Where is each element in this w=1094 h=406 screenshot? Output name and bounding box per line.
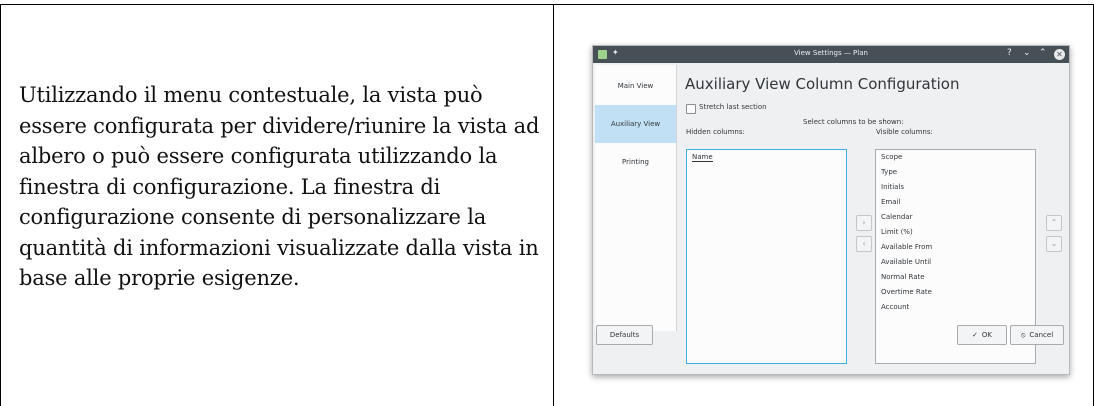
help-icon[interactable]: ? bbox=[1007, 48, 1012, 58]
sidebar-item-main-view[interactable]: Main View bbox=[595, 67, 676, 105]
minimize-icon[interactable]: ⌄ bbox=[1023, 48, 1031, 58]
cancel-label: Cancel bbox=[1029, 331, 1054, 339]
view-settings-dialog: ✦ View Settings — Plan ? ⌄ ⌃ ✕ Main View… bbox=[592, 45, 1070, 375]
list-item[interactable]: Type bbox=[881, 168, 897, 176]
close-icon[interactable]: ✕ bbox=[1054, 49, 1065, 60]
list-item[interactable]: Initials bbox=[881, 183, 904, 191]
move-right-button[interactable]: › bbox=[856, 215, 872, 231]
sidebar-item-auxiliary-view[interactable]: Auxiliary View bbox=[595, 105, 676, 143]
list-item[interactable]: Scope bbox=[881, 153, 902, 161]
list-item[interactable]: Overtime Rate bbox=[881, 288, 932, 296]
ok-button[interactable]: ✓ OK bbox=[957, 325, 1007, 345]
table-left-border bbox=[0, 4, 1, 406]
hidden-columns-list[interactable]: Name bbox=[686, 149, 847, 364]
hidden-columns-label: Hidden columns: bbox=[686, 128, 745, 136]
list-item[interactable]: Available Until bbox=[881, 258, 931, 266]
visible-columns-label: Visible columns: bbox=[876, 128, 933, 136]
select-columns-label: Select columns to be shown: bbox=[803, 118, 904, 126]
list-item[interactable]: Email bbox=[881, 198, 900, 206]
maximize-icon[interactable]: ⌃ bbox=[1039, 48, 1047, 58]
defaults-button[interactable]: Defaults bbox=[596, 325, 653, 345]
move-down-button[interactable]: ⌄ bbox=[1046, 236, 1062, 252]
dialog-titlebar: ✦ View Settings — Plan ? ⌄ ⌃ ✕ bbox=[593, 46, 1069, 63]
cancel-icon: ⦸ bbox=[1020, 331, 1026, 339]
list-item[interactable]: Name bbox=[692, 153, 713, 162]
description-paragraph: Utilizzando il menu contestuale, la vist… bbox=[19, 83, 540, 290]
checkmark-icon: ✓ bbox=[972, 331, 978, 339]
table-top-border bbox=[0, 4, 1094, 5]
ok-label: OK bbox=[981, 331, 992, 339]
list-item[interactable]: Account bbox=[881, 303, 909, 311]
table-column-divider bbox=[553, 4, 554, 406]
sidebar-item-printing[interactable]: Printing bbox=[595, 143, 676, 181]
list-item[interactable]: Limit (%) bbox=[881, 228, 913, 236]
settings-sidebar: Main View Auxiliary View Printing bbox=[595, 65, 677, 331]
move-left-button[interactable]: ‹ bbox=[856, 236, 872, 252]
list-item[interactable]: Normal Rate bbox=[881, 273, 925, 281]
stretch-last-section-label[interactable]: Stretch last section bbox=[699, 103, 767, 111]
move-up-button[interactable]: ⌃ bbox=[1046, 215, 1062, 231]
list-item[interactable]: Calendar bbox=[881, 213, 912, 221]
cancel-button[interactable]: ⦸ Cancel bbox=[1010, 325, 1064, 345]
list-item[interactable]: Available From bbox=[881, 243, 932, 251]
stretch-last-section-checkbox[interactable] bbox=[686, 104, 696, 114]
page-title: Auxiliary View Column Configuration bbox=[685, 75, 960, 93]
dialog-title: View Settings — Plan bbox=[794, 49, 868, 57]
